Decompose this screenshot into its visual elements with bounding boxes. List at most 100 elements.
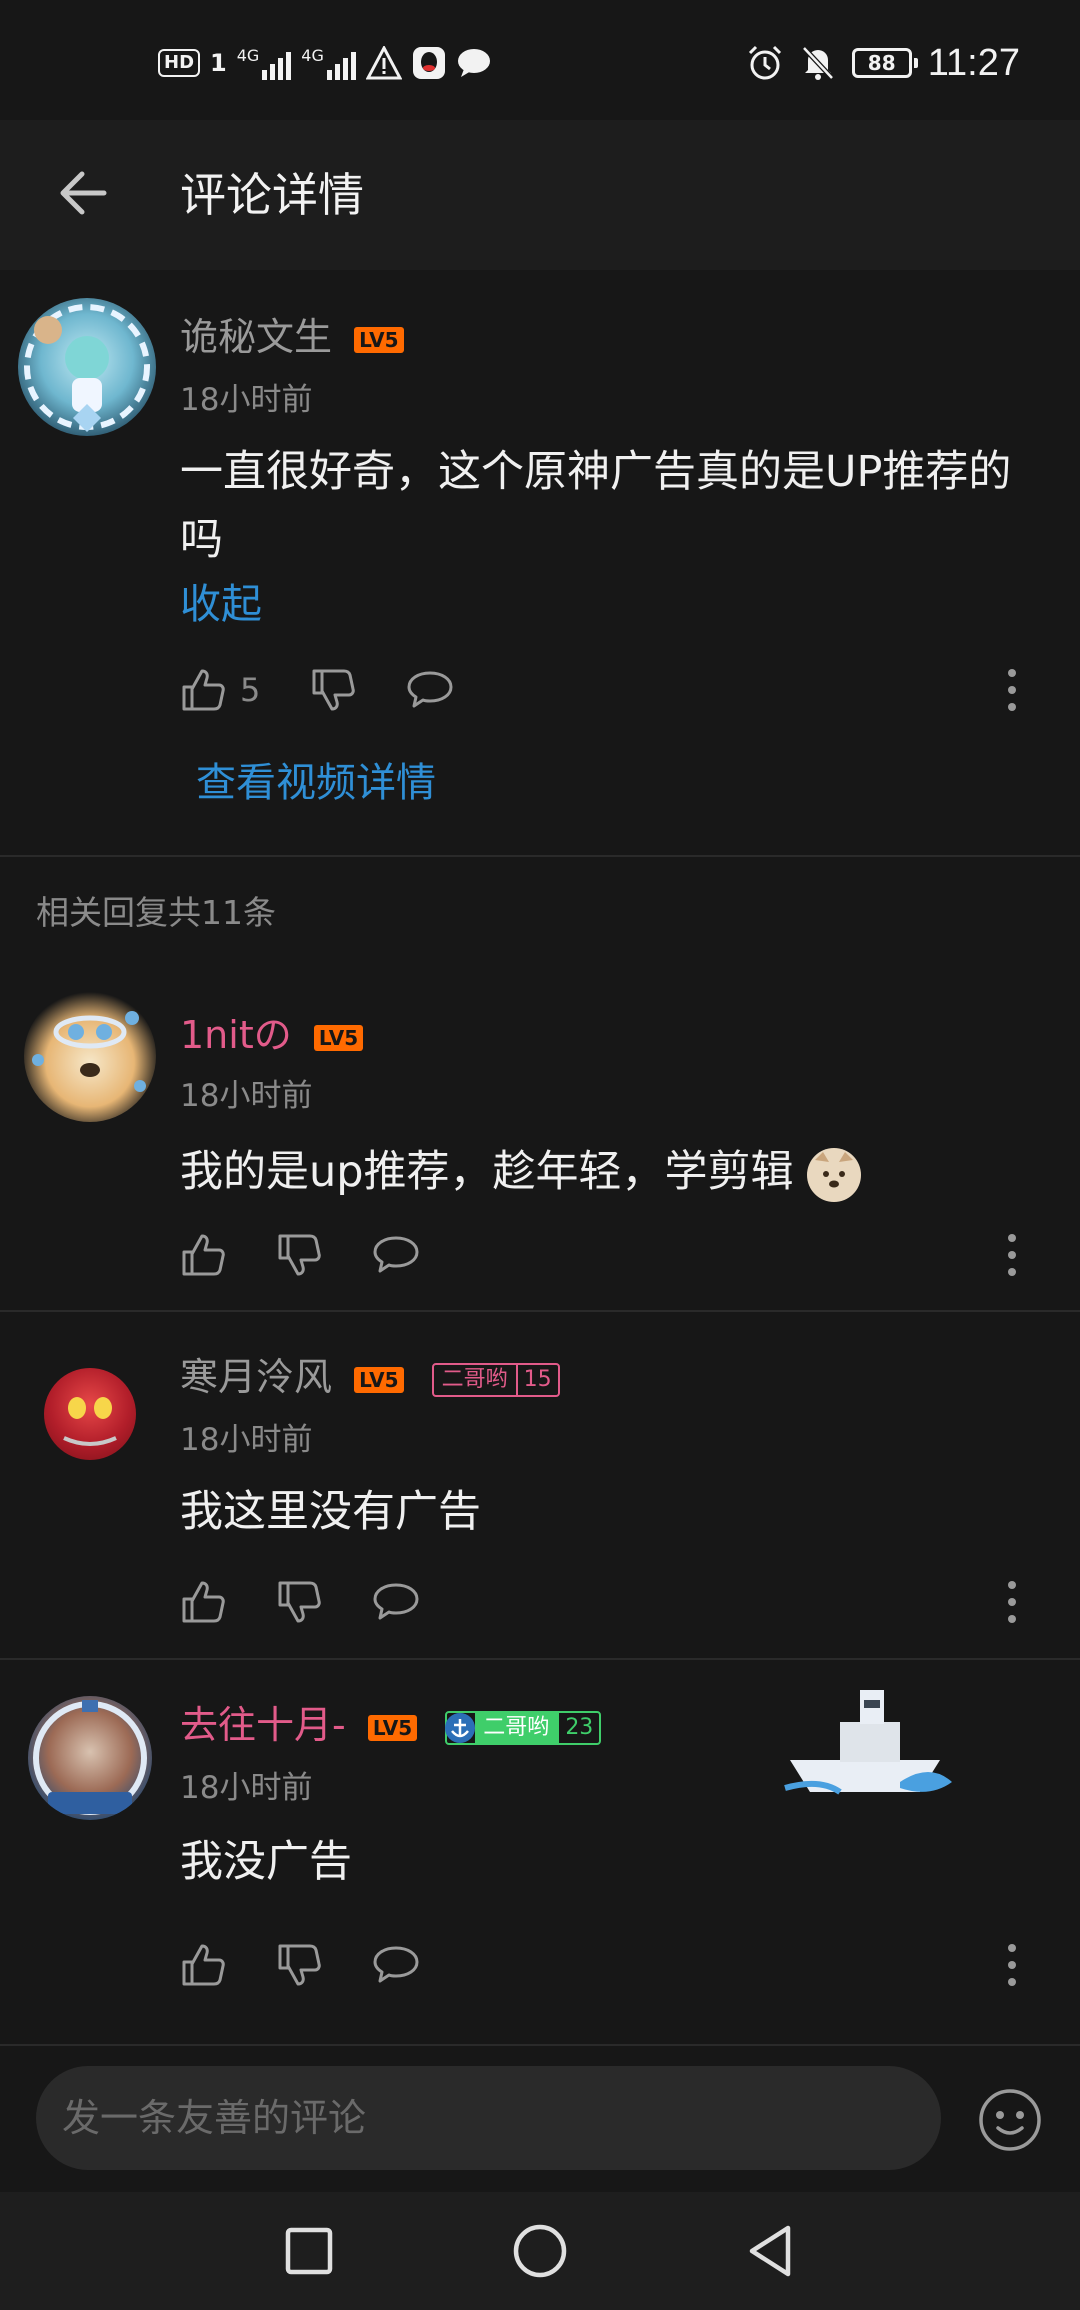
reply-item: 寒月泠风 LV5 二哥哟 15 18小时前 我这里没有广告 [0,1312,1080,1658]
more-options-button[interactable] [1002,1225,1022,1285]
battleship-decoration [780,1670,960,1810]
ship-icon [784,1690,952,1795]
recents-button[interactable] [278,2220,340,2282]
comment-bubble-icon [373,1236,419,1273]
page-title: 评论详情 [180,168,364,222]
triangle-back-icon [749,2225,791,2277]
thumbs-up-icon [182,669,225,711]
reply-time: 18小时前 [180,1770,313,1806]
alarm-icon [748,45,781,80]
reply-actions [180,1225,470,1285]
avatar-frame-icon [24,304,150,432]
anchor-icon [445,1712,476,1743]
comment-bubble-icon [373,1946,419,1983]
like-button[interactable] [180,1579,226,1625]
reply-username[interactable]: 去往十月- LV5 二哥哟 23 [180,1700,602,1750]
more-options-button[interactable] [1002,1572,1022,1632]
comment-content: 一直很好奇，这个原神广告真的是UP推荐的吗 [180,447,1012,565]
thumbs-down-icon [312,669,356,711]
avatar[interactable] [18,298,156,436]
thumbs-down-icon [278,1234,321,1276]
hd-badge: HD [158,49,201,77]
replies-count-label: 相关回复共11条 [36,893,276,932]
avatar[interactable] [24,990,156,1122]
reply-item: 去往十月- LV5 二哥哟 23 18小时前 我没广告 [0,1660,1080,2020]
reply-actions [180,1935,470,1995]
reply-content: 我这里没有广告 [180,1487,481,1537]
fan-medal-badge[interactable]: 二哥哟 15 [431,1362,560,1397]
thumbs-down-icon [278,1581,321,1623]
square-icon [285,2227,333,2275]
status-bar: HD 1 4G 4G 88 11:27 [0,0,1080,120]
dog-emoji-icon [807,1147,862,1202]
comment-input[interactable] [36,2066,941,2170]
comment-bubble-icon [373,1583,419,1620]
avatar-frame-icon [63,1397,117,1446]
home-button[interactable] [509,2220,571,2282]
emoji-button[interactable] [978,2088,1042,2152]
like-button[interactable] [180,1232,226,1278]
level-badge: LV5 [354,326,404,353]
reply-actions [180,1572,470,1632]
back-button[interactable] [52,158,122,228]
arrow-left-icon [60,171,107,215]
avatar-frame-icon [32,1011,146,1092]
thumbs-down-icon [278,1944,321,1986]
comment-time: 18小时前 [180,382,313,418]
like-button[interactable] [180,1942,226,1988]
message-icon [457,49,490,77]
level-badge: LV5 [313,1024,364,1051]
circle-icon [513,2224,567,2278]
avatar[interactable] [28,1696,152,1820]
reply-content: 我没广告 [180,1837,352,1887]
avatar[interactable] [44,1368,136,1460]
collapse-link[interactable]: 收起 [180,570,262,638]
mute-icon [801,46,834,80]
dislike-button[interactable] [276,1232,322,1278]
divider [0,855,1080,857]
like-button[interactable]: 5 [180,667,260,713]
top-app-bar: 评论详情 [0,120,1080,270]
comment-bubble-icon [407,671,453,708]
thumbs-up-icon [182,1234,225,1276]
main-comment: 诡秘文生 LV5 18小时前 一直很好奇，这个原神广告真的是UP推荐的吗 收起 … [0,270,1080,855]
warning-icon [365,46,402,80]
view-video-link[interactable]: 查看视频详情 [196,750,436,808]
signal-icon-1: 4G [237,46,292,80]
dislike-button[interactable] [276,1579,322,1625]
dislike-button[interactable] [276,1942,322,1988]
comment-username[interactable]: 诡秘文生 LV5 [180,312,404,362]
reply-button[interactable] [406,669,454,711]
level-badge: LV5 [354,1366,404,1393]
reply-time: 18小时前 [180,1422,313,1458]
status-right: 88 11:27 [746,38,1020,88]
reply-button[interactable] [372,1581,420,1623]
reply-button[interactable] [372,1944,420,1986]
fan-medal-badge[interactable]: 二哥哟 23 [445,1710,602,1745]
like-count: 5 [240,671,261,709]
thumbs-up-icon [182,1581,225,1623]
reply-username[interactable]: 1nitの LV5 [180,1010,364,1060]
reply-button[interactable] [372,1234,420,1276]
qq-icon [412,47,445,79]
battery-indicator: 88 [851,48,918,78]
more-options-button[interactable] [1002,660,1022,720]
sim-label: 1 [210,49,227,77]
dislike-button[interactable] [310,667,356,713]
captain-frame-icon [33,1700,147,1815]
smiley-icon [979,2089,1041,2151]
level-badge: LV5 [367,1714,418,1741]
status-left: HD 1 4G 4G [158,38,492,88]
comment-actions: 5 [180,660,504,720]
reply-username[interactable]: 寒月泠风 LV5 二哥哟 15 [180,1352,560,1402]
reply-item: 1nitの LV5 18小时前 我的是up推荐，趁年轻，学剪辑 [0,980,1080,1310]
thumbs-up-icon [182,1944,225,1986]
clock: 11:27 [927,41,1020,84]
reply-content: 我的是up推荐，趁年轻，学剪辑 [180,1138,862,1206]
comment-input-bar [0,2044,1080,2192]
signal-icon-2: 4G [301,46,356,80]
back-nav-button[interactable] [740,2220,802,2282]
system-nav-bar [0,2192,1080,2310]
more-options-button[interactable] [1002,1935,1022,1995]
reply-time: 18小时前 [180,1078,313,1114]
